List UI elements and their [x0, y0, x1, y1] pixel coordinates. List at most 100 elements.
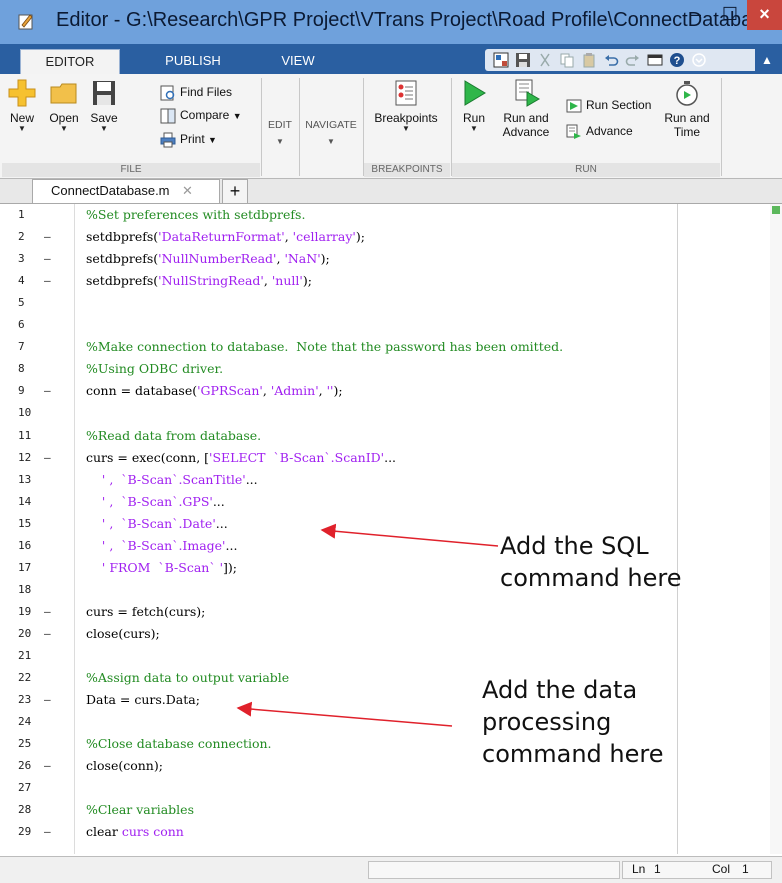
- redo-icon[interactable]: [625, 52, 641, 68]
- save-label: Save: [90, 111, 118, 125]
- breakpoint-slot[interactable]: [44, 425, 56, 447]
- run-and-advance-button[interactable]: Run and Advance: [496, 78, 556, 139]
- code-line[interactable]: close(conn);: [86, 755, 163, 777]
- close-button[interactable]: ×: [747, 0, 782, 30]
- code-line[interactable]: %Using ODBC driver.: [86, 358, 223, 380]
- code-analyzer-ok-icon[interactable]: [772, 206, 780, 214]
- run-button[interactable]: Run ▼: [456, 78, 492, 133]
- breakpoint-slot[interactable]: [44, 799, 56, 821]
- breakpoint-slot[interactable]: –: [44, 601, 56, 623]
- breakpoint-slot[interactable]: [44, 557, 56, 579]
- code-line[interactable]: %Read data from database.: [86, 425, 261, 447]
- breakpoint-slot[interactable]: –: [44, 821, 56, 843]
- code-line[interactable]: %Assign data to output variable: [86, 667, 289, 689]
- status-message-field: [368, 861, 620, 879]
- find-files-button[interactable]: Find Files: [160, 83, 232, 101]
- search-documentation-icon[interactable]: [691, 52, 707, 68]
- run-and-time-button[interactable]: Run and Time: [658, 78, 716, 139]
- breakpoint-slot[interactable]: [44, 711, 56, 733]
- breakpoint-slot[interactable]: –: [44, 689, 56, 711]
- tab-publish[interactable]: PUBLISH: [143, 49, 243, 74]
- breakpoint-slot[interactable]: –: [44, 270, 56, 292]
- code-line[interactable]: ' , `B-Scan`.ScanTitle'...: [86, 469, 258, 491]
- tab-editor[interactable]: EDITOR: [20, 49, 120, 74]
- code-line[interactable]: ' FROM `B-Scan` ']);: [86, 557, 237, 579]
- close-tab-icon[interactable]: ✕: [182, 180, 193, 202]
- layout-icon[interactable]: [493, 52, 509, 68]
- document-tab-bar: ConnectDatabase.m ✕ +: [0, 179, 782, 204]
- breakpoint-slot[interactable]: [44, 402, 56, 424]
- window-switch-icon[interactable]: [647, 52, 663, 68]
- edit-group-button[interactable]: EDIT ▼: [262, 119, 298, 146]
- new-tab-button[interactable]: +: [222, 179, 248, 203]
- code-line[interactable]: conn = database('GPRScan', 'Admin', '');: [86, 380, 343, 402]
- breakpoint-slot[interactable]: [44, 491, 56, 513]
- breakpoint-slot[interactable]: [44, 358, 56, 380]
- code-line[interactable]: %Make connection to database. Note that …: [86, 336, 563, 358]
- run-section-button[interactable]: Run Section: [566, 96, 651, 114]
- document-tab[interactable]: ConnectDatabase.m ✕: [32, 179, 220, 203]
- breakpoint-slot[interactable]: [44, 777, 56, 799]
- code-editor[interactable]: Add the SQL command here Add the data pr…: [0, 204, 782, 854]
- navigate-group-button[interactable]: NAVIGATE ▼: [300, 119, 362, 146]
- tab-view[interactable]: VIEW: [258, 49, 338, 74]
- vertical-scrollbar[interactable]: [770, 204, 782, 854]
- undo-icon[interactable]: [603, 52, 619, 68]
- code-line[interactable]: setdbprefs('NullStringRead', 'null');: [86, 270, 312, 292]
- breakpoint-slot[interactable]: –: [44, 623, 56, 645]
- breakpoint-slot[interactable]: [44, 733, 56, 755]
- compare-button[interactable]: Compare ▼: [160, 106, 242, 124]
- breakpoint-slot[interactable]: [44, 469, 56, 491]
- code-line[interactable]: close(curs);: [86, 623, 160, 645]
- breakpoint-slot[interactable]: –: [44, 226, 56, 248]
- breakpoints-button[interactable]: Breakpoints ▼: [366, 78, 446, 133]
- run-label: Run: [462, 111, 485, 125]
- code-line[interactable]: curs = fetch(curs);: [86, 601, 205, 623]
- breakpoint-slot[interactable]: –: [44, 447, 56, 469]
- breakpoint-slot[interactable]: [44, 513, 56, 535]
- save-button[interactable]: Save ▼: [84, 78, 124, 133]
- open-button[interactable]: Open ▼: [44, 78, 84, 133]
- breakpoint-slot[interactable]: [44, 535, 56, 557]
- compare-dropdown-icon: ▼: [232, 111, 242, 121]
- advance-button[interactable]: Advance: [566, 122, 633, 140]
- code-line[interactable]: curs = exec(conn, ['SELECT `B-Scan`.Scan…: [86, 447, 396, 469]
- new-plus-icon: [8, 79, 36, 107]
- code-line[interactable]: %Set preferences with setdbprefs.: [86, 204, 305, 226]
- minimize-button[interactable]: –: [679, 0, 713, 30]
- code-line[interactable]: Data = curs.Data;: [86, 689, 200, 711]
- paste-icon[interactable]: [581, 52, 597, 68]
- breakpoint-slot[interactable]: –: [44, 755, 56, 777]
- new-button[interactable]: New ▼: [2, 78, 42, 133]
- new-dropdown-icon: ▼: [18, 124, 26, 133]
- breakpoint-slot[interactable]: –: [44, 380, 56, 402]
- cut-icon[interactable]: [537, 52, 553, 68]
- right-margin-line: [677, 204, 678, 854]
- code-line[interactable]: setdbprefs('NullNumberRead', 'NaN');: [86, 248, 330, 270]
- breakpoint-slot[interactable]: [44, 645, 56, 667]
- copy-icon[interactable]: [559, 52, 575, 68]
- save-icon[interactable]: [515, 52, 531, 68]
- editor-app-icon: [18, 14, 33, 30]
- breakpoint-slot[interactable]: [44, 579, 56, 601]
- breakpoint-slot[interactable]: [44, 336, 56, 358]
- run-group-title: RUN: [452, 163, 720, 177]
- code-line[interactable]: clear curs conn: [86, 821, 184, 843]
- code-line[interactable]: %Clear variables: [86, 799, 194, 821]
- breakpoint-slot[interactable]: [44, 292, 56, 314]
- code-line[interactable]: ' , `B-Scan`.GPS'...: [86, 491, 225, 513]
- code-line[interactable]: setdbprefs('DataReturnFormat', 'cellarra…: [86, 226, 365, 248]
- breakpoint-slot[interactable]: [44, 667, 56, 689]
- help-icon[interactable]: ?: [669, 52, 685, 68]
- maximize-button[interactable]: ☐: [713, 0, 747, 30]
- breakpoint-slot[interactable]: [44, 314, 56, 336]
- print-button[interactable]: Print ▼: [160, 130, 217, 148]
- breakpoint-slot[interactable]: [44, 204, 56, 226]
- annotation-data-line-1: Add the data: [482, 676, 638, 704]
- breakpoint-slot[interactable]: –: [44, 248, 56, 270]
- code-line[interactable]: ' , `B-Scan`.Date'...: [86, 513, 228, 535]
- ribbon-collapse-icon[interactable]: ▲: [752, 49, 782, 71]
- code-line[interactable]: %Close database connection.: [86, 733, 272, 755]
- find-files-icon: [160, 85, 175, 101]
- code-line[interactable]: ' , `B-Scan`.Image'...: [86, 535, 238, 557]
